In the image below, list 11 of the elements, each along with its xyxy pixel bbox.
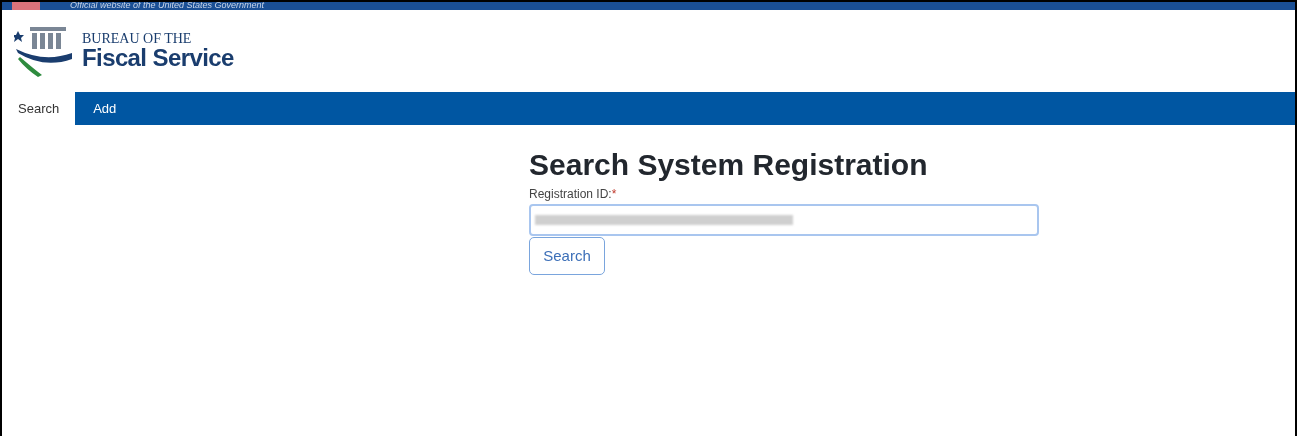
- required-mark: *: [611, 186, 617, 203]
- field-label: Registration ID:: [529, 186, 612, 203]
- registration-id-field[interactable]: [529, 204, 1039, 236]
- logo-title: Fiscal Service: [82, 46, 234, 70]
- flag-icon: [12, 2, 40, 10]
- page-title: Search System Registration: [529, 147, 928, 183]
- nav-tab[interactable]: Search: [2, 92, 76, 125]
- logo-subtitle: BUREAU OF THE: [82, 32, 193, 46]
- search-button[interactable]: Search: [529, 237, 605, 275]
- nav-tab[interactable]: Add: [77, 92, 133, 125]
- banner-text: Official website of the United States Government: [70, 2, 265, 10]
